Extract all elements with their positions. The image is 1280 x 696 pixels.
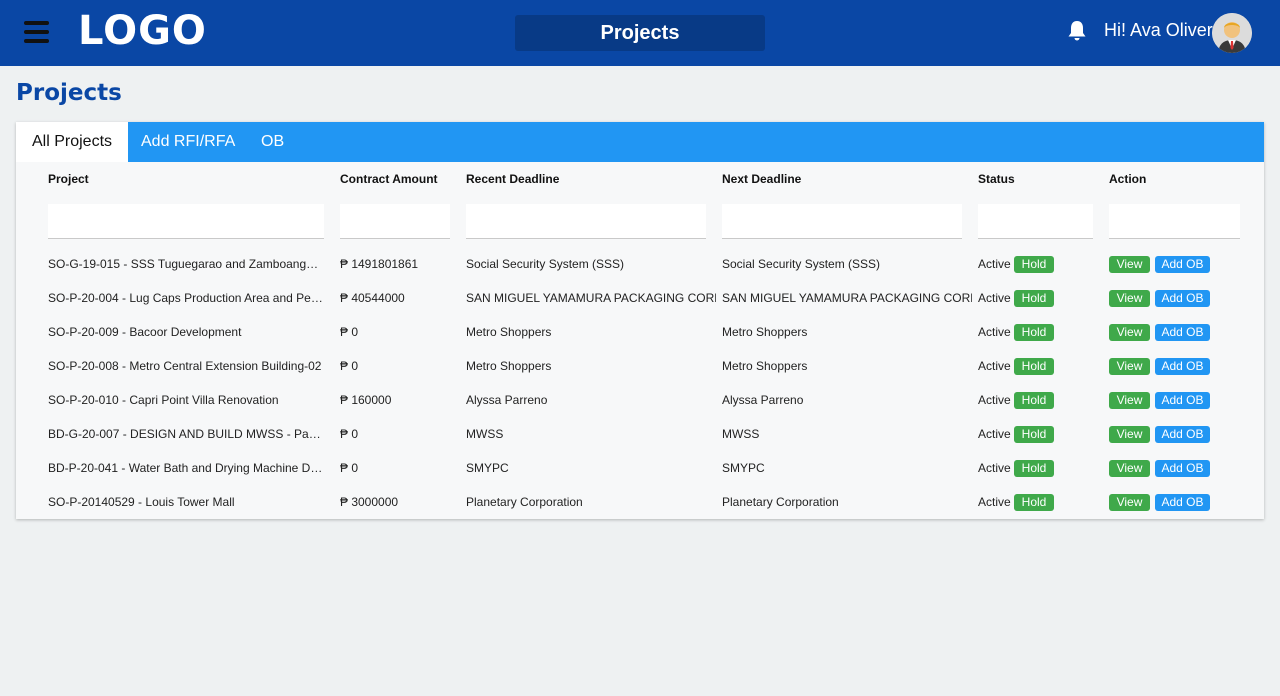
status-cell: Active: [978, 257, 1011, 271]
action-filter-input[interactable]: [1109, 204, 1240, 239]
table-row: BD-P-20-041 - Water Bath and Drying Mach…: [16, 451, 1264, 485]
hold-badge[interactable]: Hold: [1014, 290, 1054, 307]
recent-deadline-cell: Metro Shoppers: [466, 359, 552, 373]
contract-amount-cell: ₱ 0: [340, 325, 359, 339]
project-cell: BD-P-20-041 - Water Bath and Drying Mach…: [48, 461, 324, 475]
logo: LOGO: [78, 8, 207, 54]
contract-amount-cell: ₱ 1491801861: [340, 257, 419, 271]
hold-badge[interactable]: Hold: [1014, 392, 1054, 409]
tab-ob[interactable]: OB: [245, 122, 300, 162]
tab-bar: All Projects Add RFI/RFA OB: [16, 122, 1264, 162]
recent-deadline-cell: Alyssa Parreno: [466, 393, 548, 407]
next-deadline-cell: Metro Shoppers: [722, 359, 808, 373]
column-header-next-deadline: Next Deadline: [722, 172, 802, 186]
status-cell: Active: [978, 359, 1011, 373]
add-ob-button[interactable]: Add OB: [1155, 324, 1210, 341]
tab-all-projects[interactable]: All Projects: [16, 122, 129, 162]
table-row: SO-P-20-004 - Lug Caps Production Area a…: [16, 281, 1264, 315]
project-cell: SO-G-19-015 - SSS Tuguegarao and Zamboan…: [48, 257, 324, 271]
view-button[interactable]: View: [1109, 324, 1150, 341]
top-bar: LOGO Projects Hi! Ava Oliver: [0, 0, 1280, 66]
next-deadline-cell: SAN MIGUEL YAMAMURA PACKAGING CORP: [722, 291, 972, 305]
table-row: SO-P-20-009 - Bacoor Development ₱ 0 Metro…: [16, 315, 1264, 349]
hamburger-icon[interactable]: [24, 21, 49, 45]
next-deadline-cell: Metro Shoppers: [722, 325, 808, 339]
bell-icon[interactable]: [1067, 20, 1087, 42]
project-cell: BD-G-20-007 - DESIGN AND BUILD MWSS - Pa…: [48, 427, 324, 441]
project-cell: SO-P-20140529 - Louis Tower Mall: [48, 495, 235, 509]
recent-deadline-filter-input[interactable]: [466, 204, 706, 239]
view-button[interactable]: View: [1109, 290, 1150, 307]
contract-amount-cell: ₱ 160000: [340, 393, 392, 407]
add-ob-button[interactable]: Add OB: [1155, 426, 1210, 443]
hold-badge[interactable]: Hold: [1014, 256, 1054, 273]
view-button[interactable]: View: [1109, 460, 1150, 477]
next-deadline-cell: Planetary Corporation: [722, 495, 839, 509]
contract-amount-cell: ₱ 0: [340, 427, 359, 441]
add-ob-button[interactable]: Add OB: [1155, 358, 1210, 375]
next-deadline-cell: Social Security System (SSS): [722, 257, 881, 271]
avatar[interactable]: [1212, 13, 1252, 53]
recent-deadline-cell: SMYPC: [466, 461, 509, 475]
recent-deadline-cell: Planetary Corporation: [466, 495, 583, 509]
table-row: SO-P-20-008 - Metro Central Extension Bu…: [16, 349, 1264, 383]
contract-amount-cell: ₱ 3000000: [340, 495, 399, 509]
status-cell: Active: [978, 427, 1011, 441]
view-button[interactable]: View: [1109, 426, 1150, 443]
column-header-project: Project: [48, 172, 89, 186]
view-button[interactable]: View: [1109, 494, 1150, 511]
view-button[interactable]: View: [1109, 358, 1150, 375]
status-cell: Active: [978, 291, 1011, 305]
contract-amount-cell: ₱ 40544000: [340, 291, 405, 305]
project-cell: SO-P-20-008 - Metro Central Extension Bu…: [48, 359, 322, 373]
hold-badge[interactable]: Hold: [1014, 494, 1054, 511]
recent-deadline-cell: MWSS: [466, 427, 504, 441]
project-cell: SO-P-20-009 - Bacoor Development: [48, 325, 242, 339]
status-cell: Active: [978, 325, 1011, 339]
column-header-action: Action: [1109, 172, 1147, 186]
column-header-status: Status: [978, 172, 1015, 186]
projects-card: All Projects Add RFI/RFA OB Project Cont…: [16, 122, 1264, 519]
add-ob-button[interactable]: Add OB: [1155, 494, 1210, 511]
hold-badge[interactable]: Hold: [1014, 460, 1054, 477]
add-ob-button[interactable]: Add OB: [1155, 256, 1210, 273]
hold-badge[interactable]: Hold: [1014, 426, 1054, 443]
recent-deadline-cell: Social Security System (SSS): [466, 257, 625, 271]
contract-amount-cell: ₱ 0: [340, 359, 359, 373]
hold-badge[interactable]: Hold: [1014, 358, 1054, 375]
table-row: SO-G-19-015 - SSS Tuguegarao and Zamboan…: [16, 247, 1264, 281]
contract-amount-cell: ₱ 0: [340, 461, 359, 475]
status-cell: Active: [978, 495, 1011, 509]
next-deadline-filter-input[interactable]: [722, 204, 962, 239]
header-title: Projects: [515, 15, 765, 51]
next-deadline-cell: Alyssa Parreno: [722, 393, 804, 407]
status-cell: Active: [978, 461, 1011, 475]
user-greeting[interactable]: Hi! Ava Oliver: [1104, 20, 1213, 41]
contract-amount-filter-input[interactable]: [340, 204, 450, 239]
recent-deadline-cell: Metro Shoppers: [466, 325, 552, 339]
next-deadline-cell: MWSS: [722, 427, 760, 441]
table-row: SO-P-20140529 - Louis Tower Mall ₱ 300000…: [16, 485, 1264, 519]
add-ob-button[interactable]: Add OB: [1155, 392, 1210, 409]
page-title: Projects: [16, 80, 122, 106]
hold-badge[interactable]: Hold: [1014, 324, 1054, 341]
table-row: SO-P-20-010 - Capri Point Villa Renovati…: [16, 383, 1264, 417]
view-button[interactable]: View: [1109, 256, 1150, 273]
status-filter-input[interactable]: [978, 204, 1093, 239]
add-ob-button[interactable]: Add OB: [1155, 290, 1210, 307]
tab-add-rfi-rfa[interactable]: Add RFI/RFA: [125, 122, 251, 162]
status-cell: Active: [978, 393, 1011, 407]
column-header-recent-deadline: Recent Deadline: [466, 172, 560, 186]
project-cell: SO-P-20-004 - Lug Caps Production Area a…: [48, 291, 324, 305]
project-filter-input[interactable]: [48, 204, 324, 239]
column-header-contract-amount: Contract Amount: [340, 172, 438, 186]
recent-deadline-cell: SAN MIGUEL YAMAMURA PACKAGING CORP: [466, 291, 716, 305]
add-ob-button[interactable]: Add OB: [1155, 460, 1210, 477]
view-button[interactable]: View: [1109, 392, 1150, 409]
project-cell: SO-P-20-010 - Capri Point Villa Renovati…: [48, 393, 279, 407]
table-row: BD-G-20-007 - DESIGN AND BUILD MWSS - Pa…: [16, 417, 1264, 451]
next-deadline-cell: SMYPC: [722, 461, 765, 475]
